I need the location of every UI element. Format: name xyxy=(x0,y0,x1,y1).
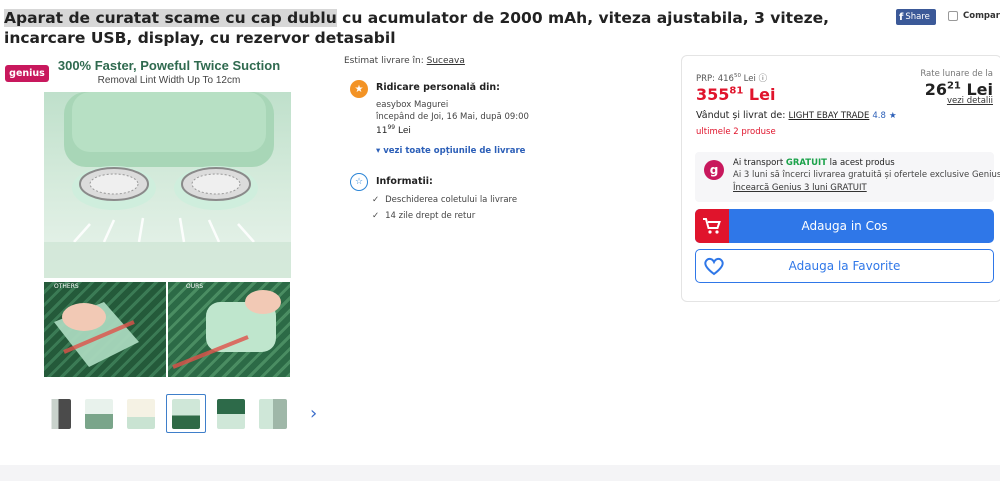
footer-divider xyxy=(0,465,1000,481)
promo-subtitle: Removal Lint Width Up To 12cm xyxy=(97,75,241,86)
star-icon: ★ xyxy=(888,111,897,121)
seller-info: Vândut și livrat de: LIGHT EBAY TRADE 4.… xyxy=(696,110,897,121)
heart-icon xyxy=(703,256,725,279)
genius-description: Ai 3 luni să încerci livrarea gratuită ș… xyxy=(733,170,1000,180)
compare-checkbox[interactable] xyxy=(948,11,958,21)
thumbnail-2[interactable] xyxy=(82,396,116,432)
chevron-right-icon[interactable]: › xyxy=(310,403,317,424)
promo-title: 300% Faster, Poweful Twice Suction xyxy=(57,58,281,73)
thumbnail-3[interactable] xyxy=(124,396,158,432)
thumbnail-1[interactable] xyxy=(40,396,74,432)
comparison-image-ours[interactable]: OURS xyxy=(168,282,290,377)
check-icon: ✓ xyxy=(372,195,380,205)
price-currency: Lei xyxy=(748,85,776,104)
stock-note: ultimele 2 produse xyxy=(696,127,776,137)
price-int: 355 xyxy=(696,85,730,104)
thumbnail-strip xyxy=(40,394,290,433)
add-to-cart-label: Adauga in Cos xyxy=(801,219,888,233)
facebook-share-button[interactable]: f Share xyxy=(896,9,936,25)
check-icon: ✓ xyxy=(372,211,380,221)
pickup-price: 1199 Lei xyxy=(376,124,411,136)
title-highlight: Aparat de curatat scame cu cap dublu xyxy=(4,9,337,27)
star-icon: ★ xyxy=(350,80,368,98)
seller-name-link[interactable]: LIGHT EBAY TRADE xyxy=(789,111,870,121)
info-item-label: 14 zile drept de retur xyxy=(385,211,476,221)
genius-line1-pre: Ai transport xyxy=(733,158,784,168)
others-device-illustration xyxy=(54,302,139,367)
pickup-price-dec: 99 xyxy=(387,124,396,131)
product-title: Aparat de curatat scame cu cap dublu cu … xyxy=(4,8,888,48)
recommended-price: PRP: 41650 Lei ⓘ xyxy=(696,72,767,84)
genius-shipping-line: Ai transport GRATUIT la acest produs xyxy=(733,158,895,168)
installments-details-link[interactable]: vezi detalii xyxy=(947,96,993,106)
add-to-favorites-button[interactable]: Adauga la Favorite xyxy=(695,249,994,283)
genius-promo: g Ai transport GRATUIT la acest produs A… xyxy=(695,152,1000,202)
price-dec: 81 xyxy=(729,85,744,97)
rate-dec: 21 xyxy=(946,80,961,92)
delivery-options-label: vezi toate opțiunile de livrare xyxy=(383,146,526,156)
lint-remover-illustration xyxy=(44,92,291,278)
delivery-location-link[interactable]: Suceava xyxy=(427,56,465,66)
ours-label: OURS xyxy=(186,283,204,290)
rate-int: 26 xyxy=(924,80,947,99)
buy-box: PRP: 41650 Lei ⓘ 35581 Lei Rate lunare d… xyxy=(681,55,1000,302)
others-label: OTHERS xyxy=(54,283,79,290)
genius-badge: genius xyxy=(5,65,49,82)
pickup-place: easybox Magurei xyxy=(376,100,449,110)
info-title: Informatii: xyxy=(376,176,433,187)
prp-dec: 50 xyxy=(733,73,741,80)
thumbnail-6[interactable] xyxy=(256,396,290,432)
star-outline-icon: ☆ xyxy=(350,173,368,191)
compare-label: Compara xyxy=(963,11,1000,21)
genius-line1-post: la acest produs xyxy=(829,158,895,168)
product-main-image[interactable] xyxy=(44,92,291,278)
info-item: ✓ 14 zile drept de retur xyxy=(372,211,475,221)
pickup-price-int: 11 xyxy=(376,126,388,136)
share-label: Share xyxy=(905,12,930,22)
comparison-image-others[interactable]: OTHERS xyxy=(44,282,166,377)
pickup-title: Ridicare personală din: xyxy=(376,82,500,93)
seller-label: Vândut și livrat de: xyxy=(696,110,786,121)
estimate-label: Estimat livrare în: xyxy=(344,56,424,66)
pickup-currency: Lei xyxy=(397,126,411,136)
facebook-icon: f xyxy=(899,11,904,23)
info-item: ✓ Deschiderea coletului la livrare xyxy=(372,195,517,205)
cart-icon xyxy=(695,209,729,243)
prp-currency: Lei xyxy=(743,74,756,84)
add-to-cart-button[interactable]: Adauga in Cos xyxy=(695,209,994,243)
prp-int: 416 xyxy=(717,74,734,84)
add-to-favorites-label: Adauga la Favorite xyxy=(788,259,901,273)
current-price: 35581 Lei xyxy=(696,85,775,104)
genius-free: GRATUIT xyxy=(785,158,827,168)
genius-trial-link[interactable]: Încearcă Genius 3 luni GRATUIT xyxy=(733,183,867,193)
ours-device-illustration xyxy=(172,290,281,369)
info-icon[interactable]: ⓘ xyxy=(759,74,768,84)
delivery-estimate: Estimat livrare în: Suceava xyxy=(344,56,465,66)
installments-label: Rate lunare de la xyxy=(920,69,993,79)
product-page: Aparat de curatat scame cu cap dublu cu … xyxy=(0,0,1000,481)
genius-logo-icon: g xyxy=(704,160,724,180)
delivery-options-link[interactable]: ▾ vezi toate opțiunile de livrare xyxy=(376,146,525,156)
compare-toggle[interactable]: Compara xyxy=(948,11,1000,21)
thumbnail-5[interactable] xyxy=(214,396,248,432)
info-item-label: Deschiderea coletului la livrare xyxy=(385,195,518,205)
seller-rating: 4.8 xyxy=(872,111,886,121)
thumbnail-4-active[interactable] xyxy=(166,394,206,433)
prp-label: PRP: xyxy=(696,74,716,84)
pickup-date: începând de Joi, 16 Mai, după 09:00 xyxy=(376,112,529,122)
